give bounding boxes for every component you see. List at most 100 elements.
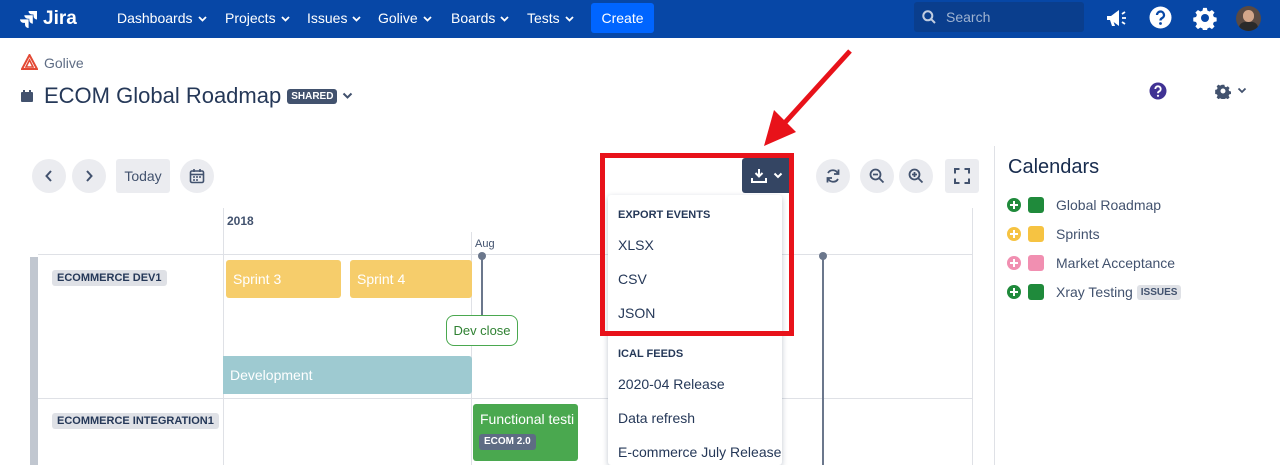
avatar-face: [1243, 10, 1254, 22]
calendar-color-swatch[interactable]: [1028, 255, 1044, 271]
chevron-down-icon[interactable]: [342, 92, 353, 100]
calendar-item[interactable]: Xray Testing ISSUES: [1007, 282, 1182, 302]
jira-logo-icon: [20, 11, 37, 28]
event-dev-close[interactable]: Dev close: [446, 315, 518, 346]
calendar-color-swatch[interactable]: [1028, 284, 1044, 300]
chevron-down-icon: [280, 16, 290, 22]
event-sprint-4[interactable]: Sprint 4: [350, 260, 472, 298]
nav-dashboards[interactable]: Dashboards: [117, 0, 207, 38]
chevron-right-icon: [86, 170, 93, 182]
calendar-icon: [21, 90, 33, 102]
search-box: [914, 2, 1084, 32]
refresh-icon: [826, 169, 840, 183]
nav-projects-label: Projects: [225, 10, 276, 26]
nav-boards-label: Boards: [451, 10, 496, 26]
calendar-color-swatch[interactable]: [1028, 197, 1044, 213]
lane-label: ECOMMERCE INTEGRATION1: [52, 413, 219, 429]
milestone-line: [481, 257, 483, 317]
calendar-item[interactable]: Market Acceptance: [1007, 253, 1175, 273]
nav-dashboards-label: Dashboards: [117, 10, 193, 26]
calendar-name: Sprints: [1056, 226, 1100, 242]
milestone-dot: [478, 252, 486, 260]
settings-menu-button[interactable]: [1215, 83, 1249, 99]
ical-feed-item[interactable]: Data refresh: [618, 410, 695, 426]
calendar-name: Xray Testing: [1056, 284, 1133, 300]
breadcrumb[interactable]: Golive: [21, 54, 84, 71]
zoom-out-icon: [869, 168, 885, 184]
nav-golive[interactable]: Golive: [378, 0, 432, 38]
add-icon[interactable]: [1007, 198, 1021, 212]
zoom-in-button[interactable]: [899, 159, 933, 193]
page-title: ECOM Global Roadmap SHARED: [20, 83, 353, 109]
zoom-in-icon: [908, 168, 924, 184]
roadmap-title: ECOM Global Roadmap: [44, 83, 282, 108]
header-divider: [38, 254, 972, 255]
issues-badge: ISSUES: [1136, 284, 1182, 300]
nav-tests[interactable]: Tests: [527, 0, 574, 38]
add-icon[interactable]: [1007, 285, 1021, 299]
settings-icon: [1215, 84, 1231, 99]
top-navigation-bar: Jira Dashboards Projects Issues Golive B…: [0, 0, 1280, 38]
notifications-icon[interactable]: [1104, 7, 1128, 29]
chevron-down-icon: [352, 16, 362, 22]
create-button[interactable]: Create: [591, 3, 654, 33]
ical-feeds-header: ICAL FEEDS: [618, 348, 684, 360]
chevron-down-icon: [423, 16, 432, 22]
refresh-button[interactable]: [816, 159, 850, 193]
next-button[interactable]: [72, 159, 106, 193]
chevron-down-icon: [500, 16, 509, 22]
lane-scroll-gutter: [30, 257, 38, 465]
calendar-item[interactable]: Sprints: [1007, 224, 1100, 244]
calendar-name: Market Acceptance: [1056, 255, 1176, 271]
search-input[interactable]: [946, 2, 1076, 32]
avatar[interactable]: [1236, 6, 1261, 31]
jira-logo[interactable]: Jira: [20, 6, 77, 32]
chevron-down-icon: [197, 16, 207, 22]
avatar-body: [1239, 22, 1258, 31]
nav-golive-label: Golive: [378, 10, 418, 26]
event-development[interactable]: Development: [223, 356, 472, 394]
previous-button[interactable]: [32, 159, 66, 193]
shared-badge: SHARED: [287, 88, 338, 104]
calendar-icon: [189, 169, 205, 184]
today-button[interactable]: Today: [116, 159, 170, 193]
roadmap-timeline: 2018 Aug ECOMMERCE DEV1 ECOMMERCE INTEGR…: [30, 208, 974, 465]
fullscreen-button[interactable]: [945, 159, 979, 193]
nav-issues[interactable]: Issues: [307, 0, 362, 38]
calendars-title: Calendars: [1008, 156, 1100, 178]
month-label: Aug: [475, 238, 495, 250]
nav-projects[interactable]: Projects: [225, 0, 290, 38]
calendar-name: Global Roadmap: [1056, 197, 1162, 213]
event-sprint-3[interactable]: Sprint 3: [226, 260, 341, 298]
calendars-panel: Calendars Global Roadmap Sprints Market …: [994, 146, 1280, 465]
logo-text: Jira: [43, 8, 77, 29]
event-badge: ECOM 2.0: [479, 434, 536, 450]
nav-boards[interactable]: Boards: [451, 0, 509, 38]
annotation-highlight-box: [600, 153, 794, 336]
breadcrumb-project[interactable]: Golive: [44, 55, 84, 71]
add-icon[interactable]: [1007, 256, 1021, 270]
nav-tests-label: Tests: [527, 10, 560, 26]
chevron-down-icon: [565, 16, 574, 22]
chevron-down-icon: [1237, 87, 1247, 94]
calendar-item[interactable]: Global Roadmap: [1007, 195, 1161, 215]
settings-icon[interactable]: [1193, 6, 1217, 30]
add-icon[interactable]: [1007, 227, 1021, 241]
milestone-line: [822, 257, 824, 465]
ical-feed-item[interactable]: 2020-04 Release: [618, 376, 725, 392]
date-picker-button[interactable]: [180, 159, 214, 193]
project-icon: [21, 54, 38, 70]
milestone-dot: [819, 252, 827, 260]
calendar-color-swatch[interactable]: [1028, 226, 1044, 242]
zoom-out-button[interactable]: [860, 159, 894, 193]
year-divider: [223, 208, 224, 465]
search-icon: [922, 10, 936, 24]
help-icon[interactable]: [1149, 82, 1167, 100]
timeline-edge: [972, 208, 973, 465]
event-functional-testing[interactable]: Functional testi ECOM 2.0: [473, 404, 578, 461]
help-icon[interactable]: [1149, 6, 1172, 29]
fullscreen-icon: [954, 168, 970, 184]
ical-feed-item[interactable]: E-commerce July Release: [618, 444, 781, 460]
chevron-left-icon: [45, 170, 52, 182]
lane-divider: [38, 398, 972, 399]
